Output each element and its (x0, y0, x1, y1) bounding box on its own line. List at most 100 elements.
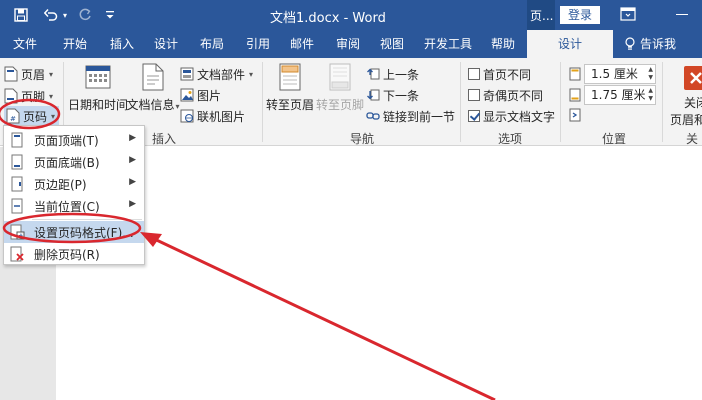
insert-alignment-tab-icon[interactable] (568, 108, 582, 125)
page-number-label: 页码 (23, 109, 48, 124)
menu-item-label: 页面顶端(T) (34, 134, 99, 148)
next-button[interactable]: 下一条 (366, 85, 419, 105)
footer-button[interactable]: 页脚 ▾ (4, 86, 53, 106)
footer-bottom-value: 1.75 厘米 (591, 88, 646, 102)
date-time-button[interactable]: 日期和时间 (68, 62, 128, 113)
previous-button[interactable]: 上一条 (366, 64, 419, 84)
spinner-arrows-icon[interactable]: ▲ ▼ (648, 87, 653, 103)
previous-label: 上一条 (383, 67, 420, 82)
ribbon-display-options-icon[interactable] (620, 7, 636, 21)
submenu-arrow-icon: ▶ (129, 199, 136, 209)
date-time-label: 日期和时间 (68, 98, 129, 112)
tab-insert[interactable]: 插入 (100, 30, 144, 58)
picture-button[interactable]: 图片 (180, 85, 221, 105)
goto-footer-label: 转至页脚 (316, 98, 365, 112)
chevron-down-icon: ▾ (49, 91, 54, 101)
ribbon-tab-bar: 文件 开始 插入 设计 布局 引用 邮件 审阅 视图 开发工具 帮助 设计 告诉… (0, 30, 702, 58)
tab-design[interactable]: 设计 (144, 30, 188, 58)
show-doc-text-checkbox[interactable]: 显示文档文字 (468, 106, 555, 126)
online-picture-button[interactable]: 联机图片 (180, 106, 245, 126)
show-doc-text-label: 显示文档文字 (483, 109, 556, 124)
group-separator (460, 62, 461, 142)
menu-item-bottom-of-page[interactable]: 页面底端(B) ▶ (4, 151, 144, 173)
current-position-icon (9, 198, 25, 214)
diff-first-page-checkbox[interactable]: 首页不同 (468, 64, 531, 84)
context-tools-label: 页... (527, 0, 555, 30)
navigation-group-label: 导航 (350, 132, 375, 146)
tell-me-search[interactable]: 告诉我 (624, 30, 676, 58)
header-top-value: 1.5 厘米 (591, 67, 638, 81)
tab-view[interactable]: 视图 (370, 30, 414, 58)
link-icon (366, 112, 380, 120)
format-page-number-icon: # (9, 224, 25, 240)
submenu-arrow-icon: ▶ (129, 133, 136, 143)
tab-help[interactable]: 帮助 (480, 30, 526, 58)
customize-quick-access-icon[interactable] (104, 6, 116, 24)
page-bottom-icon (9, 154, 25, 170)
svg-text:#: # (18, 233, 23, 240)
tab-mailings[interactable]: 邮件 (280, 30, 324, 58)
title-bar: ▾ 文档1.docx - Word 页... 登录 (0, 0, 702, 30)
doc-parts-button[interactable]: 文档部件 ▾ (180, 64, 253, 84)
chevron-down-icon: ▾ (51, 111, 56, 121)
checkbox-box-checked (468, 110, 480, 122)
redo-icon[interactable] (76, 6, 94, 24)
menu-item-page-margins[interactable]: 页边距(P) ▶ (4, 173, 144, 195)
menu-item-current-position[interactable]: 当前位置(C) ▶ (4, 195, 144, 217)
undo-icon[interactable] (42, 6, 60, 24)
window-title: 文档1.docx - Word (270, 11, 386, 26)
tab-layout[interactable]: 布局 (190, 30, 234, 58)
close-icon (684, 66, 702, 90)
goto-header-button[interactable]: 转至页眉 (266, 62, 314, 113)
footer-position-icon (568, 88, 582, 105)
menu-item-label: 删除页码(R) (34, 248, 100, 262)
tab-references[interactable]: 引用 (236, 30, 280, 58)
header-top-spinner[interactable]: 1.5 厘米 ▲ ▼ (584, 64, 656, 84)
picture-label: 图片 (197, 88, 222, 103)
checkbox-box (468, 89, 480, 101)
menu-item-format-page-numbers[interactable]: # 设置页码格式(F)... (4, 221, 144, 243)
tab-developer[interactable]: 开发工具 (418, 30, 478, 58)
tab-home[interactable]: 开始 (52, 30, 98, 58)
footer-icon (4, 88, 18, 104)
goto-footer-button[interactable]: 转至页脚 (316, 62, 364, 113)
spinner-arrows-icon[interactable]: ▲ ▼ (648, 66, 653, 82)
diff-odd-even-checkbox[interactable]: 奇偶页不同 (468, 85, 543, 105)
goto-header-label: 转至页眉 (266, 98, 315, 112)
remove-page-number-icon (9, 246, 25, 262)
checkbox-box (468, 68, 480, 80)
login-button[interactable]: 登录 (560, 6, 600, 24)
next-section-icon (367, 89, 380, 101)
page-number-menu: 页面顶端(T) ▶ 页面底端(B) ▶ 页边距(P) ▶ 当前位置(C) ▶ #… (3, 125, 145, 265)
undo-dropdown-icon[interactable]: ▾ (60, 6, 70, 24)
menu-item-label: 设置页码格式(F)... (34, 226, 134, 240)
goto-header-icon (279, 63, 301, 91)
header-button[interactable]: 页眉 ▾ (4, 64, 53, 84)
tab-review[interactable]: 审阅 (326, 30, 370, 58)
page-number-button[interactable]: # 页码 ▾ (4, 106, 60, 126)
doc-info-button[interactable]: 文档信息▾ (126, 62, 180, 113)
close-label-line2: 页眉和 (670, 113, 702, 127)
tab-file[interactable]: 文件 (2, 30, 48, 58)
tab-header-footer-design[interactable]: 设计 (527, 30, 613, 58)
menu-item-remove-page-numbers[interactable]: 删除页码(R) (4, 243, 144, 265)
submenu-arrow-icon: ▶ (129, 177, 136, 187)
doc-info-label: 文档信息▾ (126, 98, 180, 112)
group-separator (560, 62, 561, 142)
page-margin-icon (9, 176, 25, 192)
menu-item-top-of-page[interactable]: 页面顶端(T) ▶ (4, 129, 144, 151)
online-picture-label: 联机图片 (197, 109, 246, 124)
close-header-footer-button[interactable]: 关闭 页眉和 (668, 66, 702, 128)
document-info-icon (142, 63, 164, 91)
save-icon[interactable] (12, 6, 30, 24)
footer-bottom-spinner[interactable]: 1.75 厘米 ▲ ▼ (584, 85, 656, 105)
page-number-icon: # (6, 108, 20, 124)
minimize-icon[interactable] (676, 14, 688, 15)
link-previous-button[interactable]: 链接到前一节 (366, 106, 455, 126)
group-separator (662, 62, 663, 142)
goto-footer-icon (329, 63, 351, 91)
lightbulb-icon (625, 37, 635, 50)
chevron-down-icon: ▾ (49, 69, 54, 79)
menu-item-label: 页面底端(B) (34, 156, 100, 170)
diff-odd-even-label: 奇偶页不同 (483, 88, 544, 103)
